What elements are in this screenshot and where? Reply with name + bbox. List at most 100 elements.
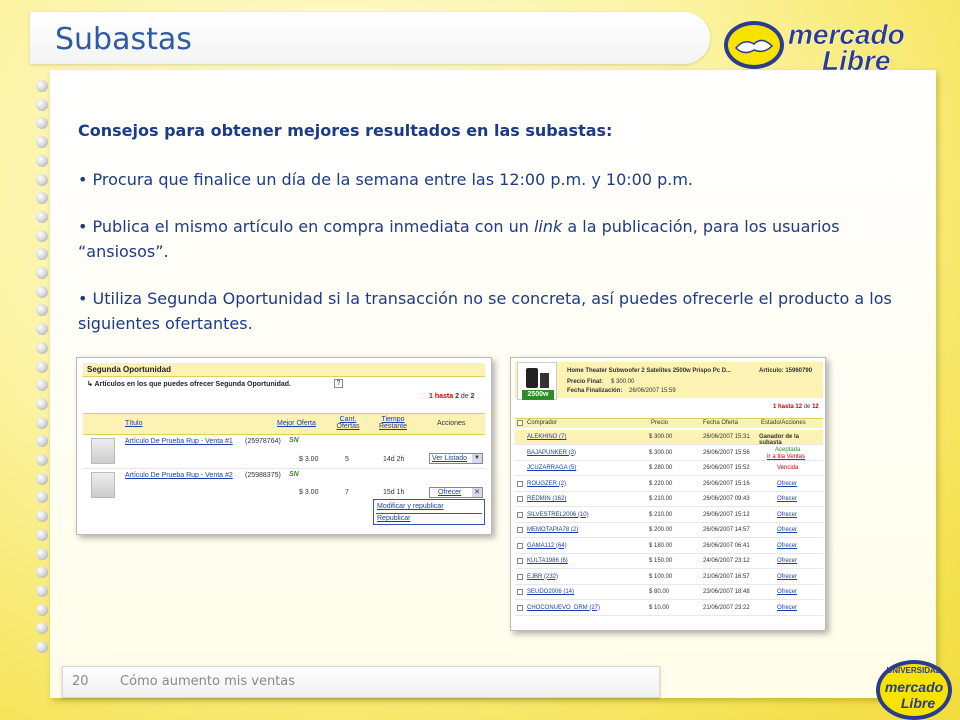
spiral-ring: [36, 136, 48, 149]
spiral-ring: [36, 80, 48, 92]
row-title-link[interactable]: Artículo De Prueba Rup - Venta #2: [125, 472, 233, 479]
buyer-link[interactable]: ROUGZER (2): [527, 481, 566, 487]
offer-price: $ 300.00: [649, 449, 673, 456]
buyer-link[interactable]: SILVESTREL2006 (10): [527, 512, 589, 518]
col-header-title[interactable]: Título: [125, 420, 143, 427]
offer-date: 21/06/2007 16:57: [703, 573, 750, 580]
offer-price: $ 300.00: [649, 434, 673, 440]
mercadolibre-logo: mercado Libre: [724, 19, 905, 74]
final-price-label: Precio Final:: [567, 379, 604, 385]
close-icon[interactable]: ✕: [472, 488, 482, 497]
row-checkbox[interactable]: [517, 511, 523, 518]
buyer-link[interactable]: CHOCONUEVO_DRM (27): [527, 605, 600, 611]
spiral-ring: [36, 229, 48, 242]
badge-top-text: UNIVERSIDAD: [886, 666, 941, 675]
table-row: ALEKHINO (7) $ 300.00 26/06/2007 15:31 Gana…: [515, 430, 823, 446]
offer-label: Ofrecer: [438, 489, 462, 496]
action-dropdown-menu: Modificar y republicar Republicar: [373, 499, 485, 525]
page-number: 20: [72, 674, 89, 689]
table-row: KULTA1986 (6) $ 150.00 24/06/2007 23:12 Ofr…: [515, 554, 823, 569]
offer-action-link[interactable]: Ofrecer: [777, 481, 797, 487]
col-header-best-offer[interactable]: Mejor Oferta: [277, 420, 316, 427]
row-checkbox[interactable]: [517, 589, 523, 595]
buyer-link[interactable]: GAMA112 (64): [527, 543, 567, 549]
row-checkbox[interactable]: [517, 496, 523, 502]
row-checkbox[interactable]: [517, 604, 523, 611]
row-checkbox[interactable]: [517, 573, 523, 580]
tip-2-text-start: • Publica el mismo artículo en compra in…: [78, 217, 534, 236]
offer-select[interactable]: Ofrecer ✕: [429, 487, 483, 498]
offer-action-link[interactable]: Ofrecer: [777, 543, 797, 549]
buyer-link[interactable]: JCUZARRAGA (5): [527, 465, 576, 471]
offer-action-link[interactable]: Ofrecer: [777, 512, 797, 518]
tip-2: • Publica el mismo artículo en compra in…: [78, 214, 904, 264]
second-chance-pagination: 1 hasta 2 de 2: [429, 393, 475, 400]
row-checkbox[interactable]: [517, 542, 523, 549]
status-label: Aceptada: [775, 446, 801, 453]
buyer-link[interactable]: MEMOTAPIA78 (2): [527, 527, 578, 533]
row-price: $ 3.00: [299, 489, 319, 496]
offer-date: 26/06/2007 15:56: [703, 449, 750, 456]
offer-price: $ 180.00: [649, 542, 673, 549]
buyer-link[interactable]: EJBR (232): [527, 574, 558, 580]
row-time-left: 15d 1h: [383, 489, 405, 496]
spiral-ring: [36, 603, 48, 616]
offer-action-link[interactable]: Ofrecer: [777, 574, 797, 580]
sales-link[interactable]: Ir a tila Ventas: [767, 454, 805, 460]
chevron-down-icon[interactable]: ▼: [472, 454, 482, 463]
badge-word-libre: Libre: [901, 695, 935, 711]
end-date-label: Fecha Finalización:: [567, 388, 623, 394]
col-header-offer-date: Fecha Oferta: [703, 420, 739, 426]
col-header-status: Estado/Acciones: [761, 420, 806, 426]
help-icon[interactable]: ?: [334, 379, 343, 388]
pagination-total: 2: [470, 393, 475, 400]
offer-date: 26/06/2007 15:12: [703, 511, 750, 518]
tips-heading: Consejos para obtener mejores resultados…: [78, 121, 613, 140]
offer-action-link[interactable]: Ofrecer: [777, 589, 797, 595]
row-checkbox[interactable]: [517, 558, 523, 564]
offer-date: 26/06/2007 14:57: [703, 527, 750, 533]
offer-action-link[interactable]: Ofrecer: [777, 496, 797, 502]
offer-action-link[interactable]: Ofrecer: [777, 527, 797, 533]
col-header-actions: Acciones: [437, 420, 466, 427]
table-row: JCUZARRAGA (5) $ 280.00 26/06/2007 15:52 Ve…: [515, 461, 823, 476]
menu-item-modify-republish[interactable]: Modificar y republicar: [377, 503, 444, 510]
tip-2-link-word: link: [533, 217, 563, 236]
col-header-time-left[interactable]: Tiempo Restante: [378, 416, 408, 430]
buyer-link[interactable]: BAJAPUNKER (3): [527, 450, 576, 456]
second-chance-title: Segunda Oportunidad: [87, 365, 171, 374]
col-header-offer-count[interactable]: Cant. Ofertas: [335, 416, 361, 430]
spiral-ring: [36, 154, 48, 167]
table-row: EJBR (232) $ 100.00 21/06/2007 16:57 Ofrece…: [515, 570, 823, 585]
buyer-link[interactable]: KULTA1986 (6): [527, 558, 568, 564]
table-row: GAMA112 (64) $ 180.00 26/06/2007 06:41 Ofre…: [515, 539, 823, 554]
pagination-of: de: [802, 404, 813, 410]
row-time-left: 14d 2h: [383, 456, 405, 463]
spiral-ring: [36, 341, 48, 354]
row-checkbox[interactable]: [517, 480, 523, 487]
article-label: Artículo: 15960790: [759, 368, 813, 374]
status-label: Ganador de la subasta: [759, 434, 800, 446]
buyer-link[interactable]: REDMIN (162): [527, 496, 566, 502]
table-row: BAJAPUNKER (3) $ 300.00 26/06/2007 15:56 Ac…: [515, 446, 823, 461]
spiral-ring: [36, 98, 48, 111]
spiral-ring: [36, 210, 48, 223]
spiral-ring: [36, 397, 48, 410]
row-id: (25988375): [245, 472, 281, 479]
row-title-link[interactable]: Artículo De Prueba Rup - Venta #1: [125, 438, 233, 445]
offer-price: $ 100.00: [649, 573, 673, 580]
view-listing-select[interactable]: Ver Listado ▼: [429, 453, 483, 464]
spiral-ring: [36, 584, 48, 597]
spiral-ring: [36, 323, 48, 336]
buyer-link[interactable]: SEUDO2006 (14): [527, 589, 574, 595]
offer-action-link[interactable]: Ofrecer: [777, 558, 797, 564]
spiral-ring: [36, 285, 48, 298]
buyer-link[interactable]: ALEKHINO (7): [527, 434, 566, 440]
select-all-checkbox[interactable]: [517, 420, 523, 426]
offer-action-link[interactable]: Ofrecer: [777, 605, 797, 611]
menu-item-republish[interactable]: Republicar: [377, 515, 410, 522]
col-header-price: Precio: [651, 420, 669, 426]
row-checkbox[interactable]: [517, 527, 523, 533]
table-row: ROUGZER (2) $ 220.00 26/06/2007 15:16 Ofrec…: [515, 477, 823, 492]
offers-pagination: 1 hasta 12 de 12: [773, 404, 819, 410]
